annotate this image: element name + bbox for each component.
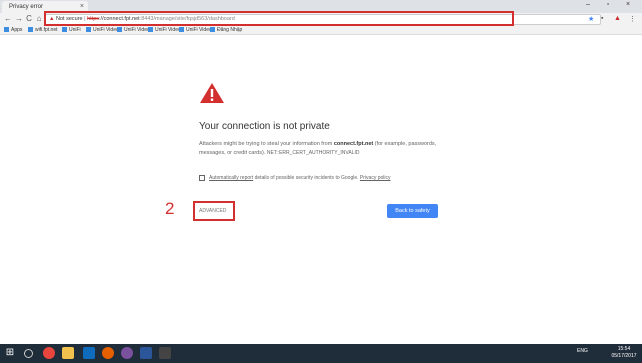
privacy-policy-link[interactable]: Privacy policy — [360, 175, 391, 181]
extension-icon[interactable]: ▪ — [601, 15, 603, 22]
search-icon[interactable] — [24, 349, 33, 358]
apps-icon — [4, 27, 9, 32]
page-content — [0, 35, 642, 344]
bookmark-item[interactable]: UniFi Video — [179, 27, 212, 33]
bookmark-item[interactable]: UniFi Video — [148, 27, 181, 33]
bookmarks-bar: Apps wifi.fpt.net UniFi UniFi Video UniF… — [0, 26, 642, 35]
bookmark-icon — [117, 27, 122, 32]
clock[interactable]: 15:54 05/17/2017 — [609, 346, 639, 360]
bookmark-star-icon[interactable]: ★ — [588, 15, 594, 23]
bookmark-item[interactable]: Đăng Nhập — [210, 27, 242, 33]
outlook-icon[interactable] — [83, 347, 95, 359]
bookmark-icon — [62, 27, 67, 32]
maximize-icon[interactable]: ▫ — [600, 1, 616, 8]
warning-triangle-icon — [200, 83, 224, 103]
back-icon[interactable]: ← — [3, 14, 13, 24]
menu-icon[interactable]: ⋮ — [629, 15, 636, 23]
tab-title: Privacy error — [9, 4, 44, 10]
folder-icon[interactable] — [62, 347, 74, 359]
language-indicator[interactable]: ENG — [577, 348, 588, 354]
advanced-highlight — [193, 201, 235, 221]
clock-date: 05/17/2017 — [611, 353, 637, 359]
minimize-icon[interactable]: – — [580, 1, 596, 8]
bookmark-item[interactable]: UniFi Video — [86, 27, 119, 33]
report-checkbox-label: Automatically report details of possible… — [209, 175, 391, 181]
bookmark-item[interactable]: UniFi Video — [117, 27, 150, 33]
firefox-icon[interactable] — [102, 347, 114, 359]
back-to-safety-button[interactable]: Back to safety — [387, 204, 438, 218]
bookmark-icon — [28, 27, 33, 32]
home-icon[interactable]: ⌂ — [34, 14, 44, 24]
address-bar-highlight — [44, 11, 514, 26]
error-description: Attackers might be trying to steal your … — [199, 141, 437, 156]
taskbar: ⊞ ENG 15:54 05/17/2017 — [0, 344, 642, 363]
bookmark-icon — [179, 27, 184, 32]
bookmark-apps[interactable]: Apps — [4, 27, 22, 33]
annotation-2: 2 — [165, 199, 175, 218]
word-icon[interactable] — [140, 347, 152, 359]
reload-icon[interactable]: C — [24, 14, 34, 24]
error-host: connect.fpt.net — [333, 141, 374, 147]
bookmark-icon — [210, 27, 215, 32]
viber-icon[interactable] — [121, 347, 133, 359]
app-icon[interactable] — [159, 347, 171, 359]
bookmark-item[interactable]: UniFi — [62, 27, 81, 33]
forward-icon[interactable]: → — [14, 14, 24, 24]
error-code[interactable]: NET::ERR_CERT_AUTHORITY_INVALID — [267, 150, 360, 156]
clock-time: 15:54 — [617, 346, 631, 352]
tab-close-icon[interactable]: × — [80, 3, 84, 10]
bookmark-item[interactable]: wifi.fpt.net — [28, 27, 58, 33]
chrome-icon[interactable] — [43, 347, 55, 359]
report-checkbox[interactable] — [199, 175, 205, 181]
page-title: Your connection is not private — [199, 121, 330, 132]
report-link[interactable]: Automatically report — [209, 175, 253, 181]
bookmark-icon — [86, 27, 91, 32]
close-icon[interactable]: × — [620, 1, 636, 8]
extension-icon-2[interactable]: ▲ — [614, 15, 621, 22]
bookmark-icon — [148, 27, 153, 32]
start-icon[interactable]: ⊞ — [4, 347, 16, 359]
